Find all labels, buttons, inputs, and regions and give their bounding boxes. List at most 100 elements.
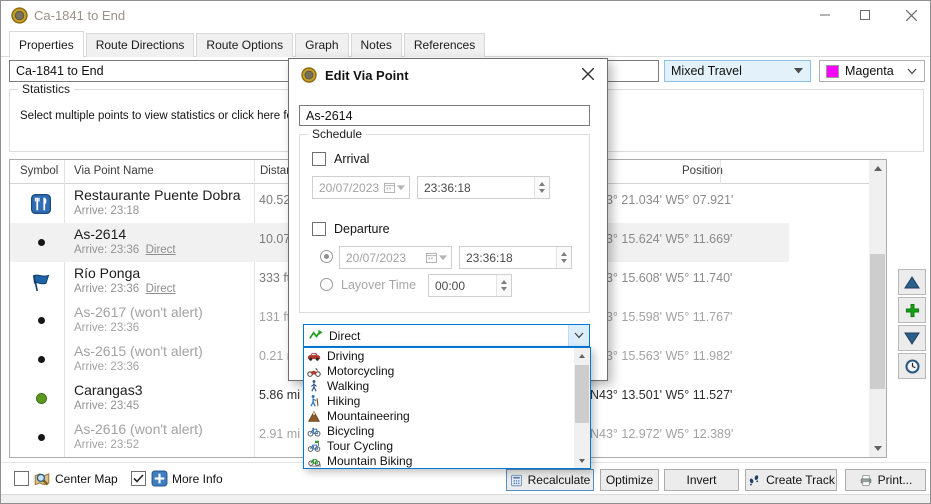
scrollbar-thumb[interactable]: [575, 365, 589, 423]
distance-value: 131 ft: [259, 310, 290, 324]
invert-button[interactable]: Invert: [664, 469, 739, 491]
statistics-message[interactable]: Select multiple points to view statistic…: [20, 110, 312, 122]
arrive-time: Arrive: 23:18: [74, 205, 139, 217]
app-icon: [11, 7, 28, 24]
arrival-time-field[interactable]: 23:36:18: [417, 176, 550, 199]
dropdown-scrollbar[interactable]: [574, 348, 590, 468]
arrive-time: Arrive: 23:36: [74, 322, 139, 334]
option-tour-cycling[interactable]: Tour Cycling: [304, 438, 575, 453]
distance-value: 333 ft: [259, 271, 290, 285]
footprints-icon: [747, 474, 761, 487]
arrive-time: Arrive: 23:45: [74, 400, 139, 412]
recalculate-button[interactable]: Recalculate: [506, 469, 594, 491]
tab-route-options[interactable]: Route Options: [196, 33, 293, 57]
option-mountaineering[interactable]: Mountaineering: [304, 408, 575, 423]
option-walking[interactable]: Walking: [304, 378, 575, 393]
departure-checkbox[interactable]: [312, 222, 326, 236]
departure-datetime-radio[interactable]: [320, 250, 333, 263]
tab-strip: Properties Route Directions Route Option…: [1, 30, 930, 57]
triangle-up-icon: [904, 276, 920, 289]
distance-value: 2.91 mi: [259, 427, 300, 441]
departure-date-picker[interactable]: 20/07/2023: [339, 246, 452, 269]
arrival-date-picker[interactable]: 20/07/2023: [312, 176, 410, 199]
arrive-time: Arrive: 23:36 Direct: [74, 244, 176, 256]
track-color-select[interactable]: Magenta: [819, 60, 925, 82]
direct-route-icon: [308, 328, 323, 343]
waypoint-dot-icon: [10, 301, 72, 340]
column-symbol[interactable]: Symbol: [20, 165, 58, 177]
schedule-clock-button[interactable]: [898, 353, 926, 379]
color-swatch-magenta: [826, 65, 839, 78]
close-button[interactable]: [893, 1, 929, 29]
calculator-icon: [510, 474, 523, 487]
time-spinner[interactable]: [496, 275, 511, 296]
via-point-name: Restaurante Puente Dobra: [74, 187, 241, 203]
position-value: N43° 15.608' W5° 11.740': [590, 271, 732, 285]
layover-radio[interactable]: [320, 278, 333, 291]
tab-properties[interactable]: Properties: [9, 31, 84, 58]
create-track-button[interactable]: Create Track: [745, 469, 837, 491]
scroll-down-icon[interactable]: [869, 440, 886, 457]
minimize-button[interactable]: [807, 1, 843, 29]
table-scrollbar[interactable]: [869, 160, 886, 457]
scroll-up-icon[interactable]: [574, 348, 590, 363]
green-dot-icon: [10, 379, 72, 418]
position-value: N43° 13.501' W5° 11.527': [590, 388, 732, 402]
chevron-down-icon[interactable]: [568, 325, 589, 346]
tab-graph[interactable]: Graph: [295, 33, 348, 57]
departure-time-field[interactable]: 23:36:18: [459, 246, 572, 269]
via-point-name-input[interactable]: As-2614: [299, 105, 590, 126]
print-button[interactable]: Print...: [845, 469, 926, 491]
direct-link[interactable]: Direct: [146, 283, 176, 295]
via-point-name: Río Ponga: [74, 265, 140, 281]
flag-icon: [10, 262, 72, 301]
time-spinner[interactable]: [556, 247, 571, 268]
position-value: N43° 12.972' W5° 12.389': [590, 427, 733, 441]
move-up-button[interactable]: [898, 269, 926, 295]
car-icon: [307, 349, 321, 363]
arrival-label: Arrival: [334, 152, 369, 166]
center-map-checkbox[interactable]: [14, 471, 29, 486]
more-info-label: More Info: [172, 472, 223, 486]
column-name[interactable]: Via Point Name: [74, 165, 154, 177]
schedule-label: Schedule: [308, 127, 366, 141]
dialog-close-icon[interactable]: [578, 64, 598, 84]
transport-mode-select[interactable]: Direct: [303, 324, 590, 347]
clock-icon: [904, 358, 921, 375]
optimize-button[interactable]: Optimize: [600, 469, 659, 491]
check-icon: [133, 474, 144, 483]
travel-mode-value: Mixed Travel: [671, 64, 742, 78]
tab-notes[interactable]: Notes: [351, 33, 402, 57]
hiking-person-icon: [307, 394, 321, 408]
scroll-up-icon[interactable]: [869, 160, 886, 177]
move-down-button[interactable]: [898, 325, 926, 351]
plus-icon: [905, 303, 920, 318]
direct-link[interactable]: Direct: [146, 244, 176, 256]
option-driving[interactable]: Driving: [304, 348, 575, 363]
arrive-time: Arrive: 23:36 Direct: [74, 283, 176, 295]
arrive-time: Arrive: 23:36: [74, 361, 139, 373]
maximize-button[interactable]: [847, 1, 883, 29]
option-motorcycling[interactable]: Motorcycling: [304, 363, 575, 378]
scroll-down-icon[interactable]: [574, 453, 590, 468]
option-bicycling[interactable]: Bicycling: [304, 423, 575, 438]
dialog-icon: [301, 67, 317, 83]
tab-references[interactable]: References: [404, 33, 485, 57]
chevron-down-icon: [439, 255, 447, 261]
triangle-down-icon: [904, 332, 920, 345]
column-position[interactable]: Position: [682, 165, 723, 177]
more-info-checkbox[interactable]: [131, 471, 146, 486]
tab-route-directions[interactable]: Route Directions: [86, 33, 195, 57]
add-via-point-button[interactable]: [898, 297, 926, 323]
option-mountain-biking[interactable]: Mountain Biking: [304, 453, 575, 468]
edit-via-point-dialog: Edit Via Point As-2614 Schedule Arrival …: [288, 58, 608, 381]
motorcycle-icon: [307, 364, 321, 378]
time-spinner[interactable]: [534, 177, 549, 198]
via-point-name: As-2616 (won't alert): [74, 421, 203, 437]
layover-time-field[interactable]: 00:00: [428, 274, 512, 297]
option-hiking[interactable]: Hiking: [304, 393, 575, 408]
scrollbar-thumb[interactable]: [870, 254, 885, 389]
arrival-checkbox[interactable]: [312, 152, 326, 166]
calendar-icon: [426, 252, 437, 263]
travel-mode-select[interactable]: Mixed Travel: [664, 60, 811, 82]
